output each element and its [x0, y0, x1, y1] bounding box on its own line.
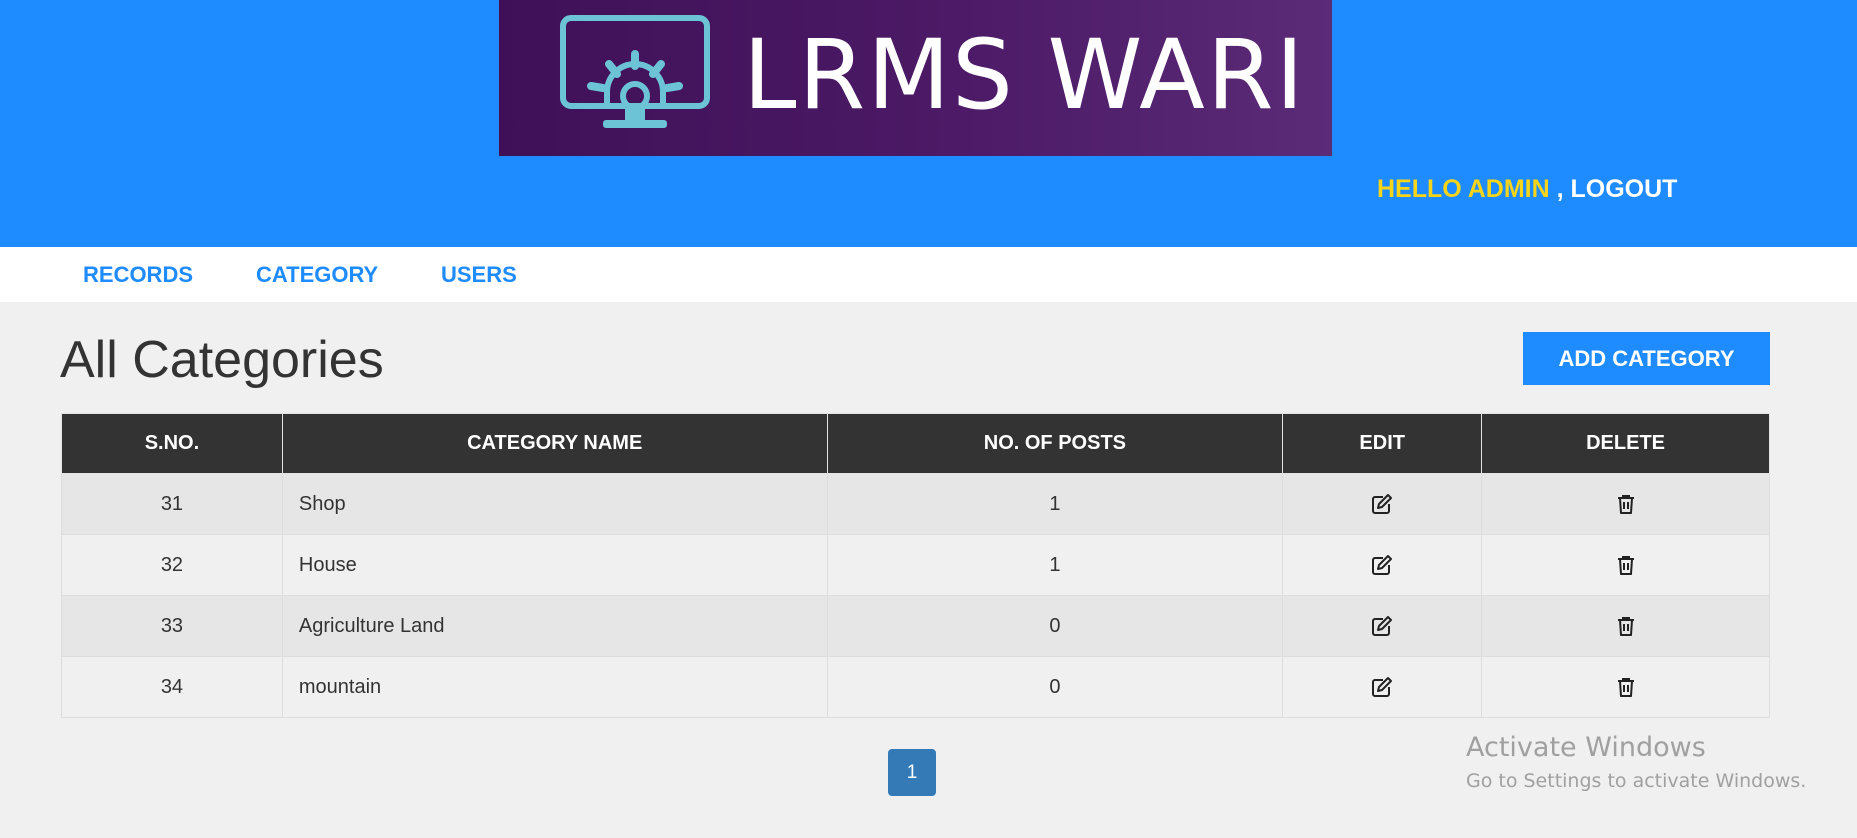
edit-icon[interactable]	[1370, 492, 1394, 516]
cell-category-name: mountain	[281, 656, 828, 718]
logo-text: LRMS WARI	[743, 19, 1306, 131]
trash-icon[interactable]	[1614, 553, 1638, 577]
cell-category-name: Shop	[281, 473, 828, 535]
edit-icon[interactable]	[1370, 614, 1394, 638]
table-row: 33 Agriculture Land 0	[61, 595, 1770, 657]
column-header-sno: S.NO.	[61, 413, 283, 474]
windows-activation-watermark: Activate Windows Go to Settings to activ…	[1466, 730, 1806, 796]
watermark-subtitle: Go to Settings to activate Windows.	[1466, 770, 1807, 792]
menu-item-users[interactable]: USERS	[441, 247, 517, 302]
site-logo[interactable]: LRMS WARI	[499, 0, 1332, 156]
cell-delete	[1481, 656, 1770, 718]
cell-sno: 32	[61, 534, 283, 596]
cell-posts: 1	[826, 473, 1284, 535]
monitor-gear-icon	[560, 15, 710, 128]
cell-sno: 34	[61, 656, 283, 718]
cell-posts: 1	[826, 534, 1284, 596]
cell-delete	[1481, 534, 1770, 596]
table-row: 34 mountain 0	[61, 656, 1770, 718]
cell-edit	[1282, 656, 1483, 718]
trash-icon[interactable]	[1614, 675, 1638, 699]
user-greeting-area: HELLO ADMIN , LOGOUT	[1377, 172, 1677, 206]
add-category-button[interactable]: ADD CATEGORY	[1523, 332, 1770, 385]
cell-category-name: House	[281, 534, 828, 596]
greeting-text: HELLO ADMIN	[1377, 175, 1550, 203]
cell-delete	[1481, 595, 1770, 657]
cell-sno: 33	[61, 595, 283, 657]
trash-icon[interactable]	[1614, 614, 1638, 638]
greeting-separator: ,	[1549, 175, 1571, 203]
column-header-edit: EDIT	[1282, 413, 1483, 474]
table-row: 31 Shop 1	[61, 473, 1770, 535]
cell-sno: 31	[61, 473, 283, 535]
watermark-title: Activate Windows	[1466, 732, 1706, 763]
pagination-page-1[interactable]: 1	[888, 749, 936, 796]
main-menu: RECORDS CATEGORY USERS	[0, 247, 1857, 302]
cell-edit	[1282, 473, 1483, 535]
table-header-row: S.NO. CATEGORY NAME NO. OF POSTS EDIT DE…	[61, 413, 1770, 474]
table-row: 32 House 1	[61, 534, 1770, 596]
cell-edit	[1282, 595, 1483, 657]
cell-posts: 0	[826, 595, 1284, 657]
column-header-delete: DELETE	[1481, 413, 1770, 474]
column-header-posts: NO. OF POSTS	[826, 413, 1284, 474]
menu-item-category[interactable]: CATEGORY	[256, 247, 378, 302]
edit-icon[interactable]	[1370, 553, 1394, 577]
cell-edit	[1282, 534, 1483, 596]
edit-icon[interactable]	[1370, 675, 1394, 699]
menu-item-records[interactable]: RECORDS	[83, 247, 193, 302]
trash-icon[interactable]	[1614, 492, 1638, 516]
site-header: LRMS WARI HELLO ADMIN , LOGOUT	[0, 0, 1857, 247]
categories-table: S.NO. CATEGORY NAME NO. OF POSTS EDIT DE…	[61, 413, 1770, 718]
logout-link[interactable]: LOGOUT	[1571, 175, 1678, 203]
cell-delete	[1481, 473, 1770, 535]
cell-category-name: Agriculture Land	[281, 595, 828, 657]
page-title: All Categories	[60, 331, 384, 389]
column-header-category-name: CATEGORY NAME	[281, 413, 828, 474]
cell-posts: 0	[826, 656, 1284, 718]
